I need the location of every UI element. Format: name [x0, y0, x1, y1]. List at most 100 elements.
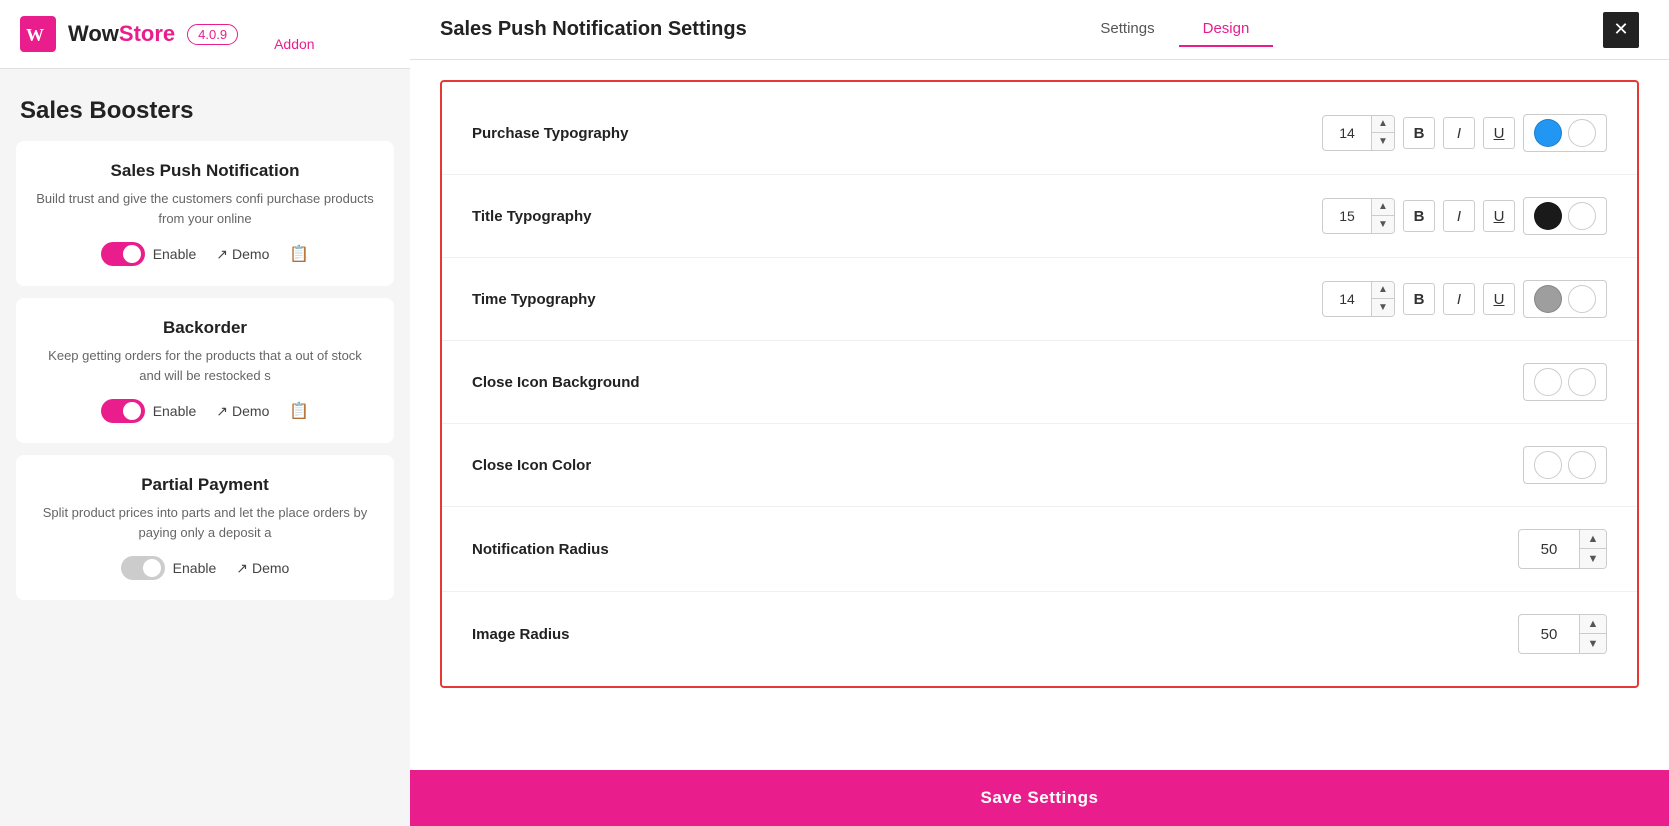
purchase-bold-button[interactable]: B: [1403, 117, 1435, 149]
title-typography-row: Title Typography ▲ ▼ B I U: [442, 175, 1637, 258]
purchase-font-size-arrows: ▲ ▼: [1371, 115, 1394, 151]
time-underline-button[interactable]: U: [1483, 283, 1515, 315]
purchase-font-size-up[interactable]: ▲: [1372, 115, 1394, 133]
close-color-picker[interactable]: [1523, 446, 1607, 484]
demo-link-backorder[interactable]: ↗ Demo: [216, 403, 269, 420]
modal-close-button[interactable]: ✕: [1603, 12, 1639, 48]
purchase-font-size-down[interactable]: ▼: [1372, 133, 1394, 151]
time-font-size-input[interactable]: ▲ ▼: [1322, 281, 1395, 317]
card-partial-payment: Partial Payment Split product prices int…: [16, 455, 394, 600]
enable-toggle-backorder[interactable]: [101, 399, 145, 423]
doc-icon[interactable]: 📋: [289, 244, 309, 264]
card-actions-backorder: Enable ↗ Demo 📋: [36, 399, 374, 423]
title-italic-button[interactable]: I: [1443, 200, 1475, 232]
enable-toggle-wrap-partial: Enable: [121, 556, 217, 580]
time-font-size-down[interactable]: ▼: [1372, 299, 1394, 317]
addon-link[interactable]: Addon: [254, 20, 314, 52]
enable-toggle-partial[interactable]: [121, 556, 165, 580]
close-icon-color-label: Close Icon Color: [472, 457, 591, 474]
enable-toggle-wrap: Enable: [101, 242, 197, 266]
close-color-primary[interactable]: [1534, 451, 1562, 479]
save-bar: Save Settings: [410, 770, 1669, 826]
save-settings-button[interactable]: Save Settings: [981, 788, 1099, 808]
modal: Sales Push Notification Settings Setting…: [410, 0, 1669, 826]
tab-design[interactable]: Design: [1179, 12, 1274, 47]
close-icon-background-controls: [1523, 363, 1607, 401]
version-badge: 4.0.9: [187, 24, 238, 45]
purchase-font-size-input[interactable]: ▲ ▼: [1322, 115, 1395, 151]
notification-radius-value[interactable]: [1519, 541, 1579, 558]
notification-radius-up[interactable]: ▲: [1580, 529, 1606, 549]
time-color-primary[interactable]: [1534, 285, 1562, 313]
time-typography-row: Time Typography ▲ ▼ B I U: [442, 258, 1637, 341]
time-font-size-up[interactable]: ▲: [1372, 281, 1394, 299]
purchase-color-picker[interactable]: [1523, 114, 1607, 152]
notification-radius-row: Notification Radius ▲ ▼: [442, 507, 1637, 592]
close-bg-color-secondary[interactable]: [1568, 368, 1596, 396]
title-underline-button[interactable]: U: [1483, 200, 1515, 232]
image-radius-down[interactable]: ▼: [1580, 634, 1606, 654]
title-bold-button[interactable]: B: [1403, 200, 1435, 232]
modal-body: Purchase Typography ▲ ▼ B I U: [410, 60, 1669, 770]
enable-toggle-wrap-backorder: Enable: [101, 399, 197, 423]
purchase-typography-row: Purchase Typography ▲ ▼ B I U: [442, 92, 1637, 175]
sidebar-title: Sales Boosters: [0, 77, 410, 141]
notification-radius-arrows: ▲ ▼: [1579, 529, 1606, 569]
title-font-size-up[interactable]: ▲: [1372, 198, 1394, 216]
title-color-secondary[interactable]: [1568, 202, 1596, 230]
title-typography-controls: ▲ ▼ B I U: [1322, 197, 1607, 235]
image-radius-up[interactable]: ▲: [1580, 614, 1606, 634]
time-typography-controls: ▲ ▼ B I U: [1322, 280, 1607, 318]
doc-icon-backorder[interactable]: 📋: [289, 401, 309, 421]
purchase-font-size-value[interactable]: [1323, 125, 1371, 141]
title-color-picker[interactable]: [1523, 197, 1607, 235]
image-radius-row: Image Radius ▲ ▼: [442, 592, 1637, 676]
image-radius-input[interactable]: ▲ ▼: [1518, 614, 1607, 654]
tab-settings[interactable]: Settings: [1076, 12, 1178, 47]
time-typography-label: Time Typography: [472, 291, 596, 308]
demo-link-partial[interactable]: ↗ Demo: [236, 560, 289, 577]
title-typography-label: Title Typography: [472, 208, 591, 225]
notification-radius-down[interactable]: ▼: [1580, 549, 1606, 569]
title-color-primary[interactable]: [1534, 202, 1562, 230]
title-font-size-input[interactable]: ▲ ▼: [1322, 198, 1395, 234]
svg-text:W: W: [26, 25, 44, 45]
title-font-size-arrows: ▲ ▼: [1371, 198, 1394, 234]
logo-icon: W: [20, 16, 56, 52]
logo-text: WowStore: [68, 21, 175, 47]
close-bg-color-picker[interactable]: [1523, 363, 1607, 401]
title-font-size-value[interactable]: [1323, 208, 1371, 224]
close-bg-color-primary[interactable]: [1534, 368, 1562, 396]
enable-toggle[interactable]: [101, 242, 145, 266]
purchase-color-secondary[interactable]: [1568, 119, 1596, 147]
image-radius-arrows: ▲ ▼: [1579, 614, 1606, 654]
time-font-size-arrows: ▲ ▼: [1371, 281, 1394, 317]
purchase-italic-button[interactable]: I: [1443, 117, 1475, 149]
close-icon-background-row: Close Icon Background: [442, 341, 1637, 424]
demo-link[interactable]: ↗ Demo: [216, 246, 269, 263]
title-font-size-down[interactable]: ▼: [1372, 216, 1394, 234]
time-bold-button[interactable]: B: [1403, 283, 1435, 315]
time-italic-button[interactable]: I: [1443, 283, 1475, 315]
notification-radius-input[interactable]: ▲ ▼: [1518, 529, 1607, 569]
time-font-size-value[interactable]: [1323, 291, 1371, 307]
card-title-partial-payment: Partial Payment: [36, 475, 374, 495]
close-color-secondary[interactable]: [1568, 451, 1596, 479]
purchase-underline-button[interactable]: U: [1483, 117, 1515, 149]
purchase-typography-label: Purchase Typography: [472, 125, 628, 142]
card-desc-sales-push: Build trust and give the customers confi…: [36, 189, 374, 228]
image-radius-value[interactable]: [1519, 626, 1579, 643]
card-title-backorder: Backorder: [36, 318, 374, 338]
notification-radius-controls: ▲ ▼: [1518, 529, 1607, 569]
close-icon-background-label: Close Icon Background: [472, 374, 640, 391]
card-actions-partial-payment: Enable ↗ Demo: [36, 556, 374, 580]
purchase-color-primary[interactable]: [1534, 119, 1562, 147]
card-desc-backorder: Keep getting orders for the products tha…: [36, 346, 374, 385]
external-link-icon-partial: ↗: [236, 560, 248, 577]
time-color-secondary[interactable]: [1568, 285, 1596, 313]
modal-header: Sales Push Notification Settings Setting…: [410, 0, 1669, 60]
time-color-picker[interactable]: [1523, 280, 1607, 318]
notification-radius-label: Notification Radius: [472, 541, 609, 558]
enable-label-backorder: Enable: [153, 403, 197, 419]
sidebar-header: W WowStore 4.0.9 Addon: [0, 0, 410, 69]
